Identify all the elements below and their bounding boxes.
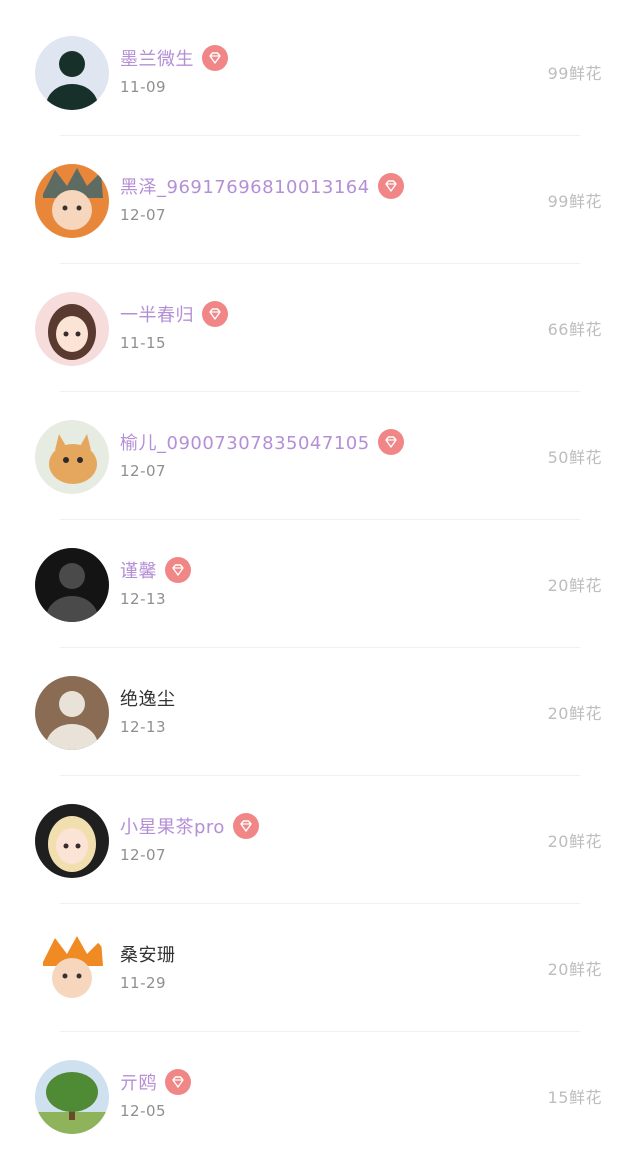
list-item[interactable]: 黑泽_96917696810013164 12-07 99鲜花 <box>0 136 640 264</box>
list-item[interactable]: 绝逸尘 12-13 20鲜花 <box>0 648 640 776</box>
gift-date: 12-13 <box>120 718 167 736</box>
list-item[interactable]: 小星果茶pro 12-07 20鲜花 <box>0 776 640 904</box>
name-line: 榆儿_09007307835047105 <box>120 428 404 456</box>
diamond-icon[interactable] <box>232 813 259 839</box>
diamond-icon[interactable] <box>202 301 228 327</box>
avatar[interactable] <box>35 1060 109 1134</box>
list-item[interactable]: 谨馨 12-13 20鲜花 <box>0 520 640 648</box>
diamond-icon[interactable] <box>165 1069 191 1095</box>
person-avatar-icon <box>35 548 109 622</box>
person-avatar-icon <box>35 36 109 110</box>
gift-date: 12-05 <box>120 1102 167 1120</box>
avatar[interactable] <box>35 420 109 494</box>
gift-ranking-list: 墨兰微生 11-09 99鲜花 黑泽_96917696810013164 12-… <box>0 0 640 1163</box>
cat-avatar-icon <box>35 420 109 494</box>
name-line: 绝逸尘 <box>120 684 176 712</box>
diamond-icon[interactable] <box>377 429 404 455</box>
anime-girl-avatar-icon <box>35 804 109 878</box>
name-line: 桑安珊 <box>120 940 176 968</box>
avatar[interactable] <box>35 164 109 238</box>
gift-date: 11-29 <box>120 974 167 992</box>
flower-count: 99鲜花 <box>547 192 602 211</box>
user-name[interactable]: 绝逸尘 <box>120 685 176 711</box>
flower-count: 20鲜花 <box>547 960 602 979</box>
flower-count: 66鲜花 <box>547 320 602 339</box>
avatar[interactable] <box>35 548 109 622</box>
person-avatar-icon <box>35 676 109 750</box>
avatar[interactable] <box>35 292 109 366</box>
list-item[interactable]: 一半春归 11-15 66鲜花 <box>0 264 640 392</box>
anime-character-avatar-icon <box>35 932 109 1006</box>
gift-date: 11-09 <box>120 78 167 96</box>
anime-character-avatar-icon <box>35 164 109 238</box>
gift-date: 12-07 <box>120 206 167 224</box>
list-item[interactable]: 桑安珊 11-29 20鲜花 <box>0 904 640 1032</box>
diamond-icon[interactable] <box>165 557 191 583</box>
flower-count: 20鲜花 <box>547 832 602 851</box>
user-name[interactable]: 小星果茶pro <box>120 813 225 839</box>
list-item[interactable]: 榆儿_09007307835047105 12-07 50鲜花 <box>0 392 640 520</box>
anime-girl-avatar-icon <box>35 292 109 366</box>
flower-count: 50鲜花 <box>547 448 602 467</box>
name-line: 一半春归 <box>120 300 228 328</box>
flower-count: 20鲜花 <box>547 576 602 595</box>
user-name[interactable]: 榆儿_09007307835047105 <box>120 429 370 455</box>
flower-count: 20鲜花 <box>547 704 602 723</box>
gift-date: 11-15 <box>120 334 167 352</box>
flower-count: 15鲜花 <box>547 1088 602 1107</box>
avatar[interactable] <box>35 676 109 750</box>
list-item[interactable]: 亓鸥 12-05 15鲜花 <box>0 1032 640 1160</box>
name-line: 亓鸥 <box>120 1068 191 1096</box>
user-name[interactable]: 谨馨 <box>120 557 157 583</box>
avatar[interactable] <box>35 932 109 1006</box>
user-name[interactable]: 黑泽_96917696810013164 <box>120 173 370 199</box>
name-line: 黑泽_96917696810013164 <box>120 172 404 200</box>
name-line: 小星果茶pro <box>120 812 259 840</box>
avatar[interactable] <box>35 804 109 878</box>
gift-date: 12-07 <box>120 462 167 480</box>
diamond-icon[interactable] <box>202 45 228 71</box>
list-item[interactable]: 墨兰微生 11-09 99鲜花 <box>0 8 640 136</box>
name-line: 墨兰微生 <box>120 44 228 72</box>
user-name[interactable]: 一半春归 <box>120 301 194 327</box>
name-line: 谨馨 <box>120 556 191 584</box>
flower-count: 99鲜花 <box>547 64 602 83</box>
gift-date: 12-13 <box>120 590 167 608</box>
user-name[interactable]: 亓鸥 <box>120 1069 157 1095</box>
user-name[interactable]: 墨兰微生 <box>120 45 194 71</box>
user-name[interactable]: 桑安珊 <box>120 941 176 967</box>
tree-avatar-icon <box>35 1060 109 1134</box>
avatar[interactable] <box>35 36 109 110</box>
diamond-icon[interactable] <box>377 173 404 199</box>
gift-date: 12-07 <box>120 846 167 864</box>
